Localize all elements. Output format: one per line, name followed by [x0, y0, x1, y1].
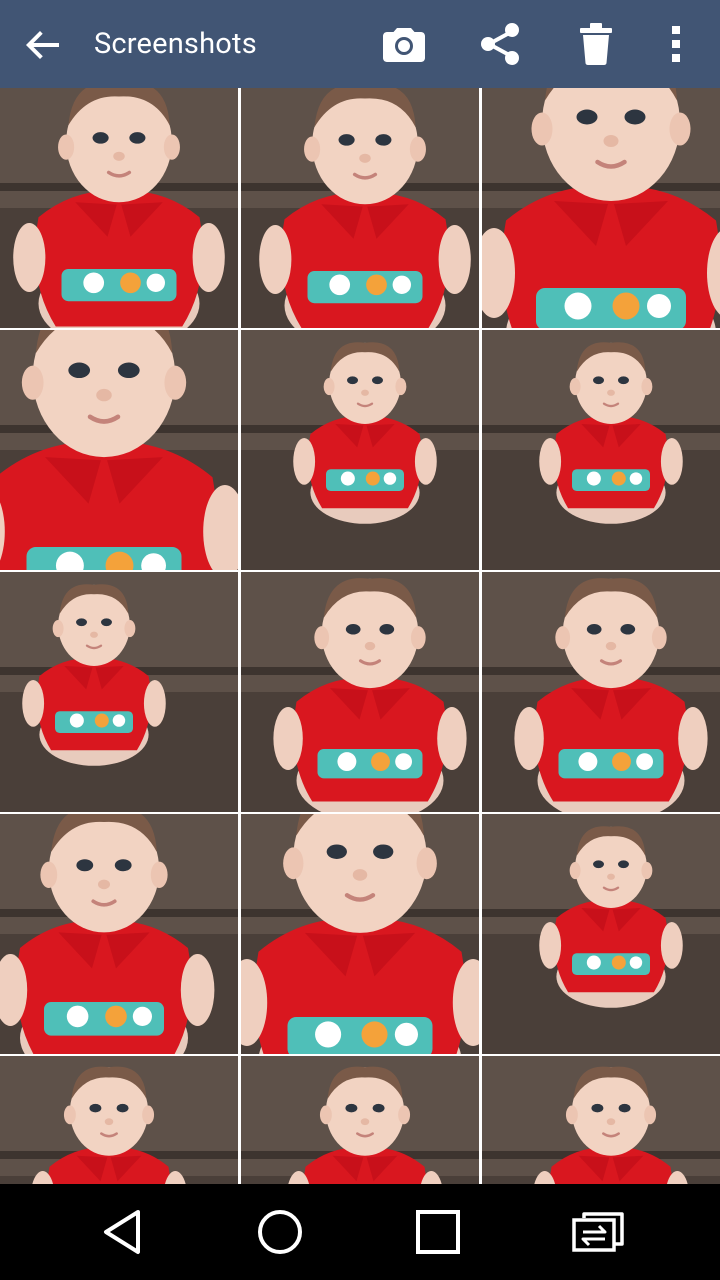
recents-square-icon	[416, 1210, 460, 1254]
baby-photo-image	[0, 330, 238, 570]
share-button[interactable]	[474, 18, 526, 70]
nav-screen-switch-button[interactable]	[568, 1202, 628, 1262]
back-button[interactable]	[20, 22, 66, 68]
nav-recents-button[interactable]	[408, 1202, 468, 1262]
system-nav-bar	[0, 1184, 720, 1280]
baby-photo-image	[241, 572, 479, 812]
photo-thumbnail[interactable]	[0, 814, 238, 1054]
home-circle-icon	[258, 1210, 302, 1254]
baby-photo-image	[241, 88, 479, 328]
photo-thumbnail[interactable]	[241, 814, 479, 1054]
photo-grid	[0, 88, 720, 1184]
baby-photo-image	[0, 1056, 238, 1184]
baby-photo-image	[482, 88, 720, 328]
baby-photo-image	[0, 88, 238, 328]
baby-photo-image	[0, 814, 238, 1054]
photo-thumbnail[interactable]	[0, 330, 238, 570]
photo-thumbnail[interactable]	[241, 1056, 479, 1184]
overflow-menu-button[interactable]	[650, 18, 702, 70]
back-triangle-icon	[104, 1210, 140, 1254]
back-arrow-icon	[26, 31, 59, 59]
photo-thumbnail[interactable]	[482, 88, 720, 328]
photo-thumbnail[interactable]	[482, 814, 720, 1054]
more-vert-icon	[672, 26, 680, 62]
baby-photo-image	[482, 330, 720, 570]
app-bar: Screenshots	[0, 0, 720, 88]
photo-thumbnail[interactable]	[482, 330, 720, 570]
photo-thumbnail[interactable]	[0, 572, 238, 812]
baby-photo-image	[241, 330, 479, 570]
photo-thumbnail[interactable]	[482, 1056, 720, 1184]
camera-button[interactable]	[378, 18, 430, 70]
baby-photo-image	[0, 572, 238, 812]
photo-thumbnail[interactable]	[482, 572, 720, 812]
camera-icon	[383, 28, 425, 62]
photo-thumbnail[interactable]	[241, 88, 479, 328]
baby-photo-image	[482, 572, 720, 812]
photo-thumbnail[interactable]	[241, 330, 479, 570]
nav-home-button[interactable]	[250, 1202, 310, 1262]
trash-icon	[580, 23, 612, 65]
baby-photo-image	[241, 1056, 479, 1184]
baby-photo-image	[241, 814, 479, 1054]
photo-thumbnail[interactable]	[0, 1056, 238, 1184]
photo-thumbnail[interactable]	[0, 88, 238, 328]
page-title: Screenshots	[94, 27, 257, 61]
photo-thumbnail[interactable]	[241, 572, 479, 812]
screen-switch-icon	[572, 1212, 624, 1252]
baby-photo-image	[482, 1056, 720, 1184]
baby-photo-image	[482, 814, 720, 1054]
delete-button[interactable]	[570, 18, 622, 70]
share-icon	[481, 23, 519, 65]
nav-back-button[interactable]	[92, 1202, 152, 1262]
